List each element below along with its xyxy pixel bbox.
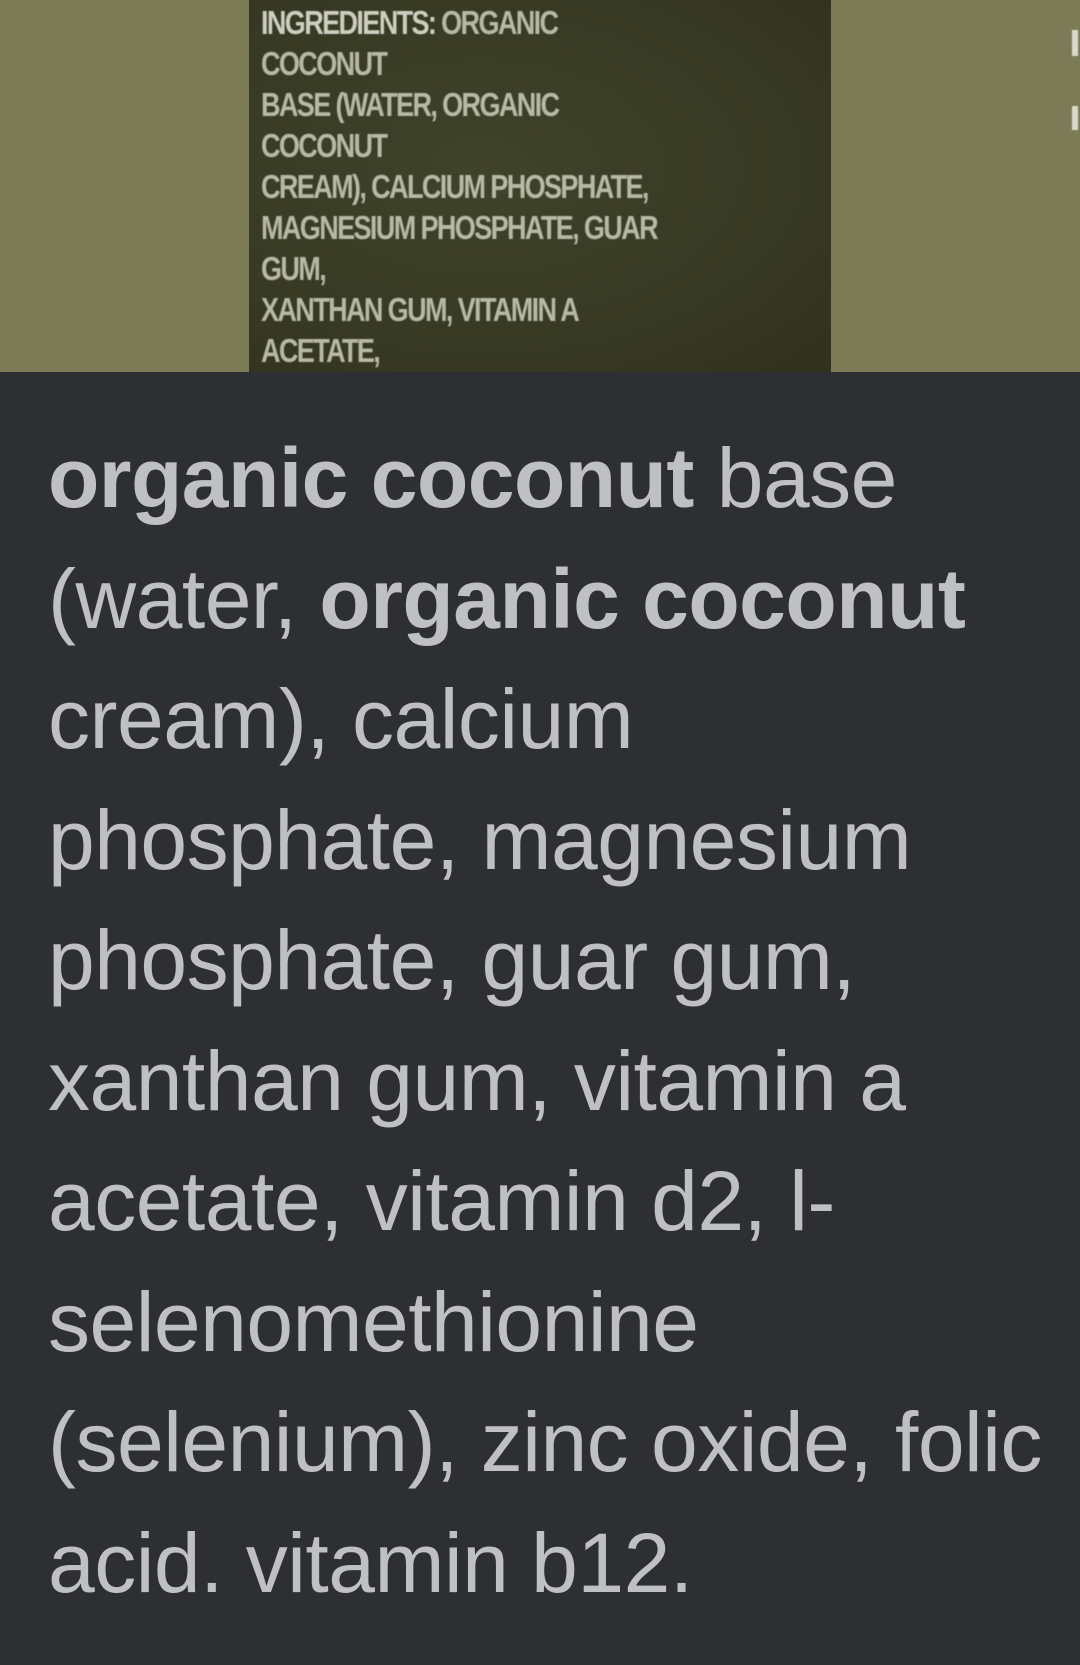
ingredients-transcript: organic coconut base (water, organic coc… <box>48 418 1048 1623</box>
ingredient-text: cream), calcium phosphate, magnesium pho… <box>48 672 1042 1610</box>
highlighted-ingredient: organic coconut <box>48 431 694 525</box>
ingredient-label-photo: INGREDIENTS: ORGANIC COCONUT BASE (WATER… <box>0 0 1080 372</box>
label-photo-heading: INGREDIENTS: <box>261 4 437 41</box>
label-photo-ingredients: ORGANIC COCONUT BASE (WATER, ORGANIC COC… <box>261 4 659 369</box>
label-photo-crop: INGREDIENTS: ORGANIC COCONUT BASE (WATER… <box>249 0 831 372</box>
photo-edge-mark <box>1072 30 1078 56</box>
photo-edge-mark <box>1072 106 1078 130</box>
highlighted-ingredient: organic coconut <box>319 551 966 646</box>
label-photo-text: INGREDIENTS: ORGANIC COCONUT BASE (WATER… <box>261 2 687 372</box>
